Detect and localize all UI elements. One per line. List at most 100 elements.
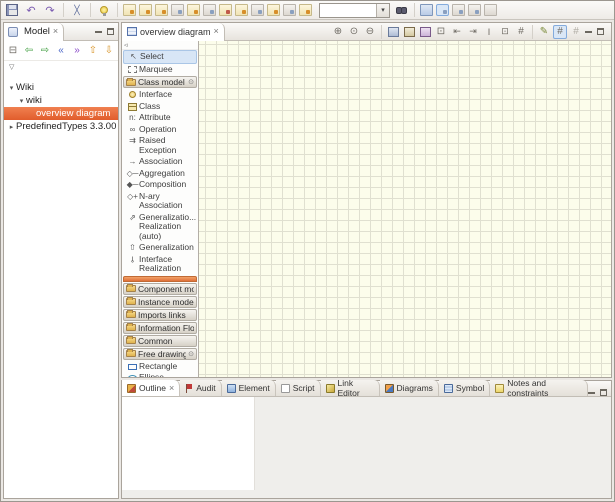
tool-interface-realization[interactable]: ⊸ Interface Realization — [122, 254, 198, 275]
new-diagram-button[interactable] — [251, 4, 264, 16]
tool-attribute[interactable]: n: Attribute — [122, 112, 198, 124]
minimize-button[interactable] — [588, 389, 595, 396]
new-note-button[interactable] — [267, 4, 280, 16]
redo-button[interactable]: ↷ — [42, 2, 58, 18]
palette-section-partial[interactable] — [123, 276, 197, 282]
palette-section-component-model[interactable]: Component mo... — [123, 283, 197, 295]
tab-outline[interactable]: Outline × — [122, 380, 180, 396]
tool-association[interactable]: → Association — [122, 156, 198, 168]
maximize-button[interactable] — [107, 28, 114, 35]
palette-section-class-model[interactable]: Class model ⊙ — [123, 76, 197, 88]
fit-page-icon[interactable]: ⊡ — [434, 25, 448, 39]
palette-collapse-icon[interactable]: ◃ — [124, 41, 128, 49]
tree-item-wiki-root[interactable]: ▾ Wiki — [4, 81, 118, 94]
move-up-button[interactable]: ⇧ — [87, 44, 99, 58]
new-datatype-button[interactable] — [219, 4, 232, 16]
tab-notes-and-constraints[interactable]: Notes and constraints — [490, 380, 588, 396]
grid-visible-toggle-icon[interactable]: # — [553, 25, 567, 39]
palette-section-free-drawing[interactable]: Free drawing ⊙ — [123, 348, 197, 360]
tab-audit[interactable]: Audit — [180, 380, 221, 396]
tool-composition[interactable]: ◆─ Composition — [122, 179, 198, 191]
grid-icon[interactable]: # — [514, 25, 528, 39]
expander-icon[interactable]: ▸ — [7, 123, 16, 131]
properties-button[interactable] — [484, 4, 497, 16]
configure-button[interactable]: ╳ — [69, 2, 85, 18]
new-constraint-button[interactable] — [283, 4, 296, 16]
move-down-button[interactable]: ⇩ — [103, 44, 115, 58]
undo-button[interactable]: ↶ — [23, 2, 39, 18]
search-input[interactable] — [320, 4, 376, 17]
page-bounds-icon[interactable]: ⊡ — [498, 25, 512, 39]
navigate-back-button[interactable]: ⇦ — [23, 44, 35, 58]
tab-element[interactable]: Element — [222, 380, 276, 396]
tool-interface[interactable]: Interface — [122, 89, 198, 101]
minimize-button[interactable] — [585, 28, 592, 35]
align-right-icon[interactable]: ⇥ — [466, 25, 480, 39]
browse-button[interactable] — [452, 4, 465, 16]
zoom-in-icon[interactable]: ⊕ — [331, 25, 345, 39]
maximize-button[interactable] — [597, 28, 604, 35]
palette-section-instance-model[interactable]: Instance model — [123, 296, 197, 308]
save-image-icon[interactable] — [402, 25, 416, 39]
next-link-button[interactable]: » — [71, 44, 83, 58]
show-labels-toggle[interactable] — [436, 4, 449, 16]
tree-item-predefined-types[interactable]: ▸ PredefinedTypes 3.3.00 — [4, 120, 118, 133]
tab-link-editor[interactable]: Link Editor — [321, 380, 380, 396]
zoom-original-icon[interactable]: ⊙ — [347, 25, 361, 39]
new-enumeration-button[interactable] — [235, 4, 248, 16]
save-button[interactable] — [4, 2, 20, 18]
align-left-icon[interactable]: ⇤ — [450, 25, 464, 39]
palette-section-common[interactable]: Common — [123, 335, 197, 347]
tab-diagrams[interactable]: Diagrams — [380, 380, 439, 396]
tool-rectangle[interactable]: Rectangle — [122, 361, 198, 373]
tab-script[interactable]: Script — [276, 380, 321, 396]
close-icon[interactable]: × — [214, 27, 219, 36]
tool-aggregation[interactable]: ◇─ Aggregation — [122, 168, 198, 180]
tool-operation[interactable]: ∞ Operation — [122, 124, 198, 136]
open-project-button[interactable] — [420, 4, 433, 16]
diagram-canvas[interactable] — [199, 41, 611, 377]
previous-link-button[interactable]: « — [55, 44, 67, 58]
navigate-forward-button[interactable]: ⇨ — [39, 44, 51, 58]
close-icon[interactable]: × — [169, 384, 174, 393]
zoom-out-icon[interactable]: ⊖ — [363, 25, 377, 39]
tab-symbol[interactable]: Symbol — [439, 380, 490, 396]
pin-icon[interactable]: ⊙ — [188, 350, 194, 358]
tool-class[interactable]: Class — [122, 101, 198, 113]
hint-button[interactable] — [96, 2, 112, 18]
new-usecase-button[interactable] — [187, 4, 200, 16]
tree-item-wiki[interactable]: ▾ wiki — [4, 94, 118, 107]
tool-nary-association[interactable]: ◇+ N-ary Association — [122, 191, 198, 212]
tool-select[interactable]: ↖ Select — [123, 50, 197, 64]
new-class-button[interactable] — [139, 4, 152, 16]
new-package-button[interactable] — [123, 4, 136, 16]
collapse-all-button[interactable]: ⊟ — [7, 44, 19, 58]
new-interface-button[interactable] — [155, 4, 168, 16]
search-dropdown-button[interactable]: ▾ — [376, 4, 389, 17]
tree-item-overview-diagram[interactable]: overview diagram — [4, 107, 118, 120]
fit-width-icon[interactable]: I — [482, 25, 496, 39]
link-with-editor-toggle[interactable] — [468, 4, 481, 16]
tab-overview-diagram[interactable]: overview diagram × — [122, 23, 225, 41]
maximize-button[interactable] — [600, 389, 607, 396]
tool-generalization[interactable]: ⇧ Generalization — [122, 242, 198, 254]
new-component-button[interactable] — [171, 4, 184, 16]
find-button[interactable] — [393, 2, 409, 18]
tool-ellipse[interactable]: Ellipse — [122, 372, 198, 377]
tool-marquee[interactable]: Marquee — [122, 64, 198, 76]
outline-preview[interactable] — [122, 397, 255, 490]
new-actor-button[interactable] — [203, 4, 216, 16]
export-image-icon[interactable] — [418, 25, 432, 39]
expander-icon[interactable]: ▾ — [17, 97, 26, 105]
tool-raised-exception[interactable]: ⇉ Raised Exception — [122, 135, 198, 156]
palette-section-imports-links[interactable]: Imports links — [123, 309, 197, 321]
tool-generalization-realization-auto[interactable]: ⇗ Generalizatio... Realization (auto) — [122, 212, 198, 243]
minimize-button[interactable] — [95, 28, 102, 35]
snap-to-grid-icon[interactable]: # — [569, 25, 583, 39]
new-dependency-button[interactable] — [299, 4, 312, 16]
pin-icon[interactable]: ⊙ — [188, 78, 194, 86]
snap-to-geometry-icon[interactable]: ✎ — [537, 25, 551, 39]
filter-menu-button[interactable]: ▽ — [9, 63, 14, 71]
palette-section-information-flows[interactable]: Information Flo... — [123, 322, 197, 334]
expander-icon[interactable]: ▾ — [7, 84, 16, 92]
